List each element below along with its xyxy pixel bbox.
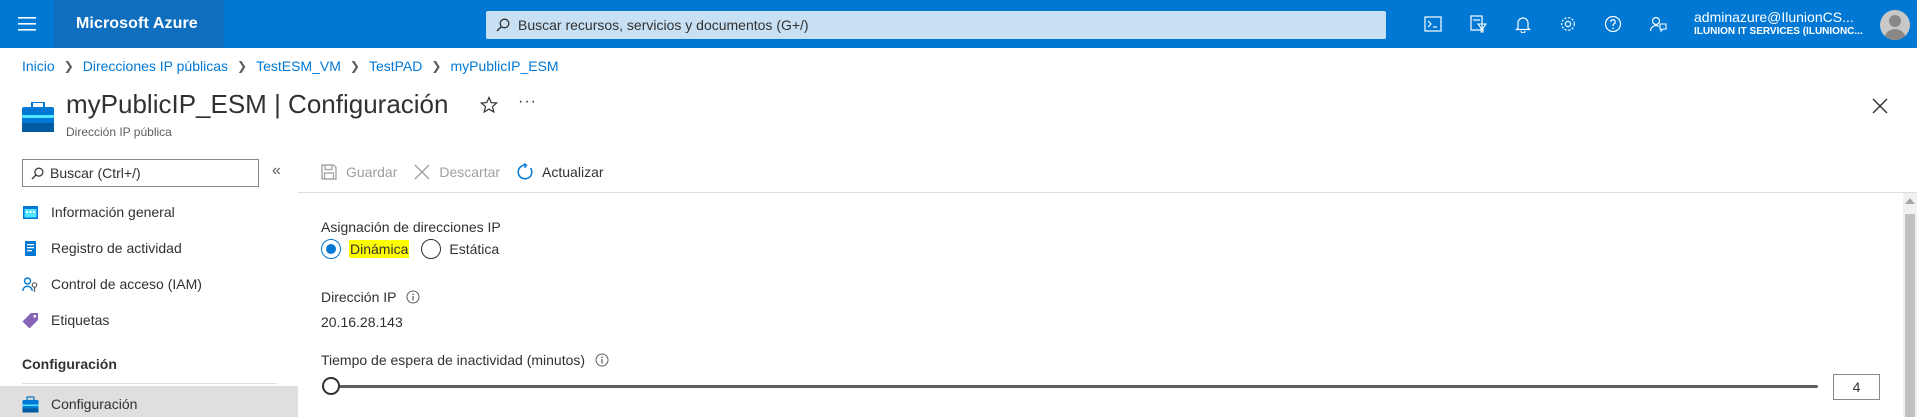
- access-control-icon: [22, 276, 38, 292]
- notifications-button[interactable]: [1500, 0, 1545, 48]
- nav-item-label: Control de acceso (IAM): [51, 276, 202, 292]
- idle-timeout-value-input[interactable]: 4: [1833, 374, 1880, 400]
- command-bar: Guardar Descartar Actualizar: [320, 160, 620, 184]
- ip-address-value: 20.16.28.143: [321, 314, 403, 330]
- command-bar-divider: [298, 192, 1917, 193]
- nav-divider: [22, 383, 277, 384]
- collapse-nav-button[interactable]: «: [272, 162, 281, 180]
- feedback-button[interactable]: [1635, 0, 1680, 48]
- activity-log-icon: [25, 240, 36, 256]
- info-icon[interactable]: [406, 290, 420, 304]
- chevron-right-icon: ❯: [237, 59, 248, 73]
- breadcrumb-public-ip[interactable]: myPublicIP_ESM: [450, 58, 558, 74]
- idle-timeout-slider-thumb[interactable]: [322, 377, 340, 395]
- discard-icon: [414, 164, 430, 180]
- ip-address-label-row: Dirección IP: [321, 289, 420, 305]
- nav-item-label: Información general: [51, 204, 175, 220]
- chevron-right-icon: ❯: [63, 59, 74, 73]
- overview-icon: [23, 205, 38, 219]
- search-icon: [496, 18, 510, 32]
- info-icon[interactable]: [595, 353, 609, 367]
- refresh-button[interactable]: Actualizar: [516, 163, 604, 181]
- discard-label: Descartar: [439, 164, 501, 180]
- portal-menu-button[interactable]: [0, 0, 54, 48]
- account-menu[interactable]: adminazure@IlunionCS... ILUNION IT SERVI…: [1694, 9, 1874, 38]
- favorite-star-icon[interactable]: [480, 96, 498, 114]
- nav-item-iam[interactable]: Control de acceso (IAM): [0, 266, 298, 302]
- discard-button[interactable]: Descartar: [413, 163, 500, 181]
- save-icon: [321, 164, 337, 180]
- nav-search-input[interactable]: [50, 165, 250, 181]
- hamburger-icon: [18, 17, 36, 31]
- save-button[interactable]: Guardar: [320, 163, 397, 181]
- global-search[interactable]: [486, 11, 1386, 39]
- breadcrumb-home[interactable]: Inicio: [22, 58, 55, 74]
- radio-dynamic-label[interactable]: Dinámica: [349, 240, 410, 258]
- radio-static-label[interactable]: Estática: [449, 241, 499, 257]
- idle-timeout-slider-track[interactable]: [330, 385, 1818, 388]
- help-icon: [1604, 15, 1621, 33]
- page-subtitle: Dirección IP pública: [66, 125, 172, 139]
- chevron-right-icon: ❯: [349, 59, 360, 73]
- directory-filter-button[interactable]: [1455, 0, 1500, 48]
- nav-search[interactable]: [22, 159, 259, 187]
- public-ip-resource-icon: [22, 102, 54, 132]
- directory-filter-icon: [1469, 15, 1487, 33]
- top-bar: Microsoft Azure adminazure@IlunionCS... …: [0, 0, 1917, 48]
- refresh-label: Actualizar: [542, 164, 604, 180]
- scrollbar-thumb[interactable]: [1905, 214, 1915, 417]
- avatar[interactable]: [1880, 10, 1910, 40]
- bell-icon: [1514, 17, 1531, 33]
- idle-timeout-label-row: Tiempo de espera de inactividad (minutos…: [321, 352, 609, 368]
- page-title: myPublicIP_ESM | Configuración: [66, 89, 449, 119]
- settings-button[interactable]: [1545, 0, 1590, 48]
- cloud-shell-icon: [1423, 16, 1442, 32]
- scroll-up-arrow-icon[interactable]: [1905, 198, 1915, 204]
- feedback-icon: [1649, 16, 1667, 33]
- nav-item-tags[interactable]: Etiquetas: [0, 302, 298, 338]
- brand-link[interactable]: Microsoft Azure: [54, 0, 224, 48]
- breadcrumb-vm[interactable]: TestESM_VM: [256, 58, 341, 74]
- nav-item-label: Configuración: [51, 396, 138, 412]
- nav-item-configuration[interactable]: Configuración: [0, 386, 298, 417]
- assignment-label: Asignación de direcciones IP: [321, 219, 501, 235]
- account-name: adminazure@IlunionCS...: [1694, 9, 1854, 25]
- radio-dynamic[interactable]: [321, 239, 341, 259]
- nav-item-activity-log[interactable]: Registro de actividad: [0, 230, 298, 266]
- help-button[interactable]: [1590, 0, 1635, 48]
- gear-icon: [1560, 17, 1575, 31]
- save-label: Guardar: [346, 164, 398, 180]
- nav-item-overview[interactable]: Información general: [0, 194, 298, 230]
- close-icon[interactable]: [1872, 98, 1888, 114]
- account-directory: ILUNION IT SERVICES (ILUNIONC...: [1694, 25, 1863, 37]
- breadcrumb: Inicio ❯ Direcciones IP públicas ❯ TestE…: [22, 58, 559, 74]
- chevron-right-icon: ❯: [431, 59, 442, 73]
- radio-static[interactable]: [421, 239, 442, 259]
- search-icon: [31, 167, 44, 180]
- idle-timeout-label: Tiempo de espera de inactividad (minutos…: [321, 352, 586, 368]
- breadcrumb-public-ips[interactable]: Direcciones IP públicas: [83, 58, 228, 74]
- nav-section-heading: Configuración: [22, 356, 117, 372]
- nav-item-label: Etiquetas: [51, 312, 110, 328]
- global-search-input[interactable]: [518, 17, 1378, 33]
- refresh-icon: [517, 163, 533, 180]
- breadcrumb-pad[interactable]: TestPAD: [369, 58, 422, 74]
- tag-icon: [22, 312, 38, 328]
- assignment-radio-group: Dinámica Estática: [321, 239, 499, 259]
- nav-item-label: Registro de actividad: [51, 240, 182, 256]
- more-actions-button[interactable]: ···: [518, 93, 537, 111]
- configuration-icon: [22, 395, 39, 412]
- user-avatar-icon: [1884, 15, 1906, 40]
- ip-address-label: Dirección IP: [321, 289, 397, 305]
- cloud-shell-button[interactable]: [1410, 0, 1455, 48]
